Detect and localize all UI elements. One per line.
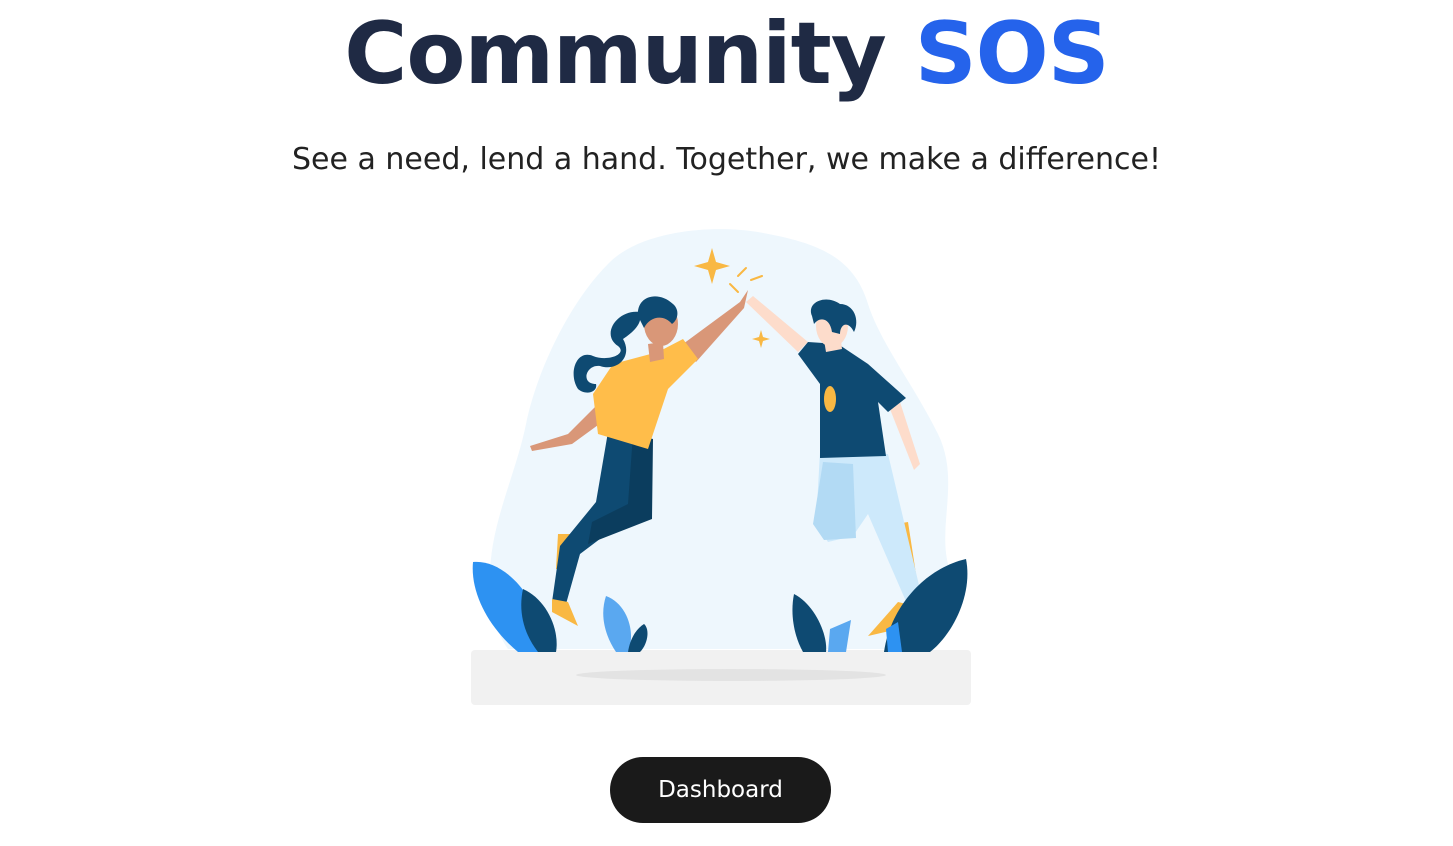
tagline: See a need, lend a hand. Together, we ma…: [292, 142, 1161, 177]
app-title-main: Community: [344, 4, 887, 104]
app-title-accent: SOS: [914, 4, 1110, 104]
high-five-illustration: [471, 229, 971, 705]
dashboard-button[interactable]: Dashboard: [610, 757, 831, 823]
platform-shadow: [576, 669, 886, 681]
app-title: Community SOS: [0, 0, 1453, 108]
